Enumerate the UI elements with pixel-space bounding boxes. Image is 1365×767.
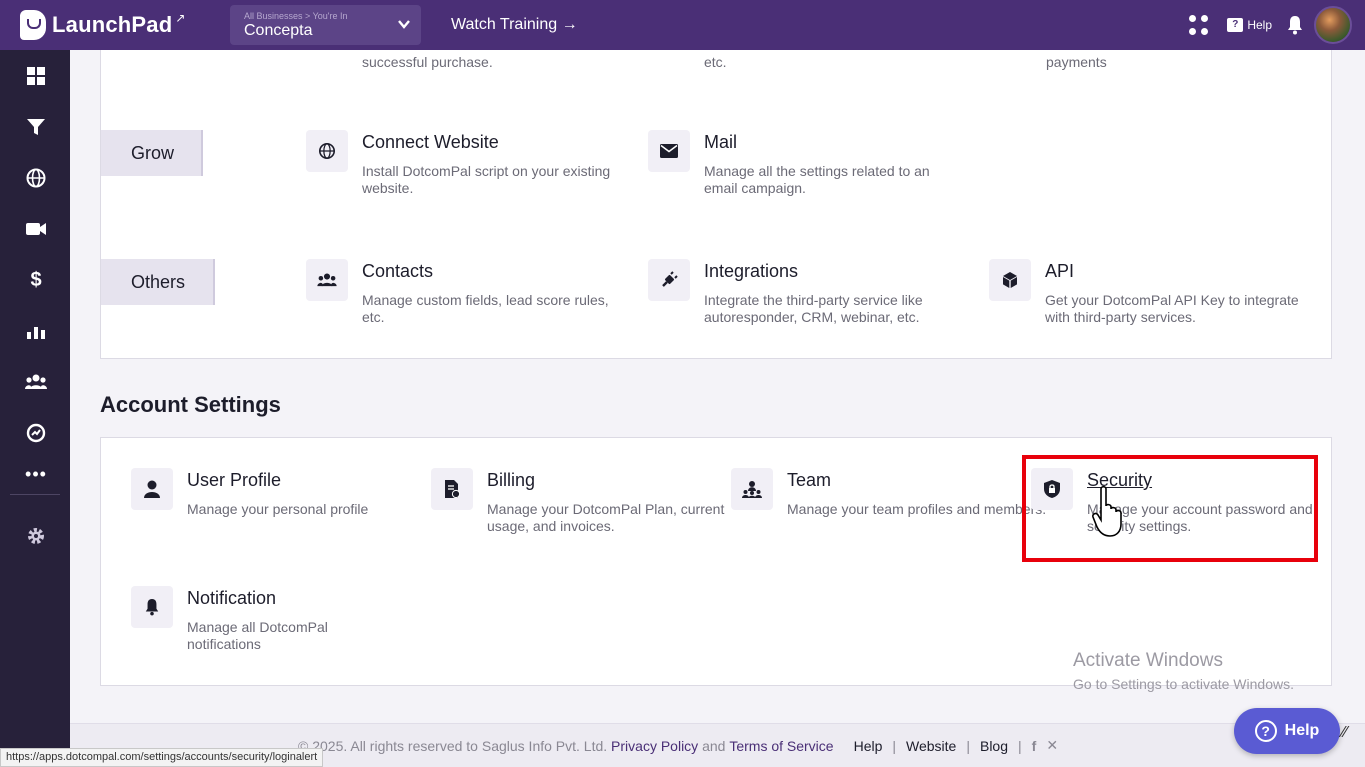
card-desc: Manage your DotcomPal Plan, current usag… (487, 501, 725, 534)
windows-activation-watermark: Activate Windows Go to Settings to activ… (1073, 650, 1294, 692)
facebook-icon[interactable]: f (1032, 738, 1037, 754)
cube-icon (989, 259, 1031, 301)
card-title: Team (787, 470, 832, 490)
settings-gear-icon[interactable] (22, 522, 50, 550)
envelope-icon (648, 130, 690, 172)
plug-icon (648, 259, 690, 301)
card-title: Connect Website (362, 132, 499, 152)
bell-icon (131, 586, 173, 628)
help-icon: ? (1227, 18, 1244, 32)
security-highlight-box (1022, 455, 1318, 562)
more-icon[interactable]: ••• (22, 460, 50, 488)
funnel-icon[interactable] (22, 113, 50, 141)
card-title: Billing (487, 470, 536, 490)
terms-of-service-link[interactable]: Terms of Service (729, 738, 833, 754)
card-desc: Install DotcomPal script on your existin… (362, 163, 611, 196)
resize-handle-icon[interactable]: ∕∕ (1342, 724, 1360, 748)
help-floating-label: Help (1284, 722, 1320, 739)
card-title: Notification (187, 588, 277, 608)
privacy-policy-link[interactable]: Privacy Policy (611, 738, 698, 754)
business-name: Concepta (244, 22, 313, 39)
card-title: Mail (704, 132, 738, 152)
rocket-icon: ↗ (175, 11, 186, 25)
card-desc: Manage your personal profile (187, 501, 369, 517)
card-desc: Get your DotcomPal API Key to integrate … (1045, 292, 1299, 325)
business-selector[interactable]: All Businesses > You're In Concepta (230, 5, 421, 45)
business-caption: All Businesses > You're In (244, 11, 348, 21)
users-icon (306, 259, 348, 301)
watch-training-link[interactable]: Watch Training → (451, 16, 578, 34)
main-content: successful purchase. etc. payments Grow … (70, 50, 1365, 767)
status-bar-url: https://apps.dotcompal.com/settings/acco… (0, 748, 324, 767)
globe-icon[interactable] (22, 164, 50, 192)
footer-and: and (702, 737, 726, 754)
app-name: LaunchPad (52, 12, 173, 37)
sidebar: $ ••• (0, 50, 70, 767)
card-title: Integrations (704, 261, 799, 281)
card-title: User Profile (187, 470, 282, 490)
globe-icon (306, 130, 348, 172)
partial-card-desc: etc. (704, 54, 727, 70)
app-settings-panel: successful purchase. etc. payments Grow … (100, 50, 1332, 359)
user-avatar[interactable] (1314, 6, 1352, 44)
chevron-down-icon (398, 20, 410, 29)
help-label: Help (1247, 18, 1272, 32)
x-twitter-icon[interactable]: ✕ (1046, 737, 1058, 754)
footer-blog-link[interactable]: Blog (980, 738, 1008, 754)
top-right-actions: ? Help (1189, 0, 1365, 50)
card-desc: Manage all the settings related to an em… (704, 163, 930, 196)
partial-card-desc: successful purchase. (362, 54, 493, 70)
logo-mark-icon (20, 10, 46, 40)
notification-bell-icon[interactable] (1286, 15, 1304, 35)
invoice-icon (431, 468, 473, 510)
partial-card-desc: payments (1046, 54, 1107, 70)
card-title: API (1045, 261, 1075, 281)
footer-separator: | (892, 737, 897, 754)
reports-icon[interactable] (22, 419, 50, 447)
top-bar: LaunchPad ↗ All Businesses > You're In C… (0, 0, 1365, 50)
card-desc: Integrate the third-party service like a… (704, 292, 923, 325)
team-icon (731, 468, 773, 510)
app-logo[interactable]: LaunchPad ↗ (20, 10, 225, 40)
card-desc: Manage all DotcomPal notifications (187, 619, 328, 652)
video-icon[interactable] (22, 215, 50, 243)
footer-website-link[interactable]: Website (906, 738, 956, 754)
footer-copyright: © 2025. All rights reserved to Saglus In… (298, 737, 608, 754)
user-icon (131, 468, 173, 510)
users-icon[interactable] (22, 368, 50, 396)
analytics-icon[interactable] (22, 317, 50, 345)
section-title-account-settings: Account Settings (100, 392, 281, 417)
sidebar-divider (10, 494, 60, 495)
help-circle-icon: ? (1254, 720, 1277, 742)
card-desc: Manage custom fields, lead score rules, … (362, 292, 609, 325)
footer-separator: | (1018, 737, 1022, 754)
card-desc: Manage your team profiles and members. (787, 501, 1047, 517)
apps-grid-icon[interactable] (1189, 15, 1209, 35)
category-grow: Grow (101, 130, 203, 176)
help-link[interactable]: ? Help (1227, 18, 1272, 32)
card-title: Contacts (362, 261, 434, 281)
hand-cursor-icon (1092, 486, 1122, 537)
watermark-line2: Go to Settings to activate Windows. (1073, 676, 1294, 692)
dollar-icon[interactable]: $ (22, 266, 50, 294)
help-floating-button[interactable]: ? Help (1234, 708, 1340, 754)
footer-separator: | (966, 737, 970, 754)
watermark-line1: Activate Windows (1073, 650, 1223, 671)
footer-help-link[interactable]: Help (854, 738, 883, 754)
category-others: Others (101, 259, 215, 305)
dashboard-icon[interactable] (22, 62, 50, 90)
